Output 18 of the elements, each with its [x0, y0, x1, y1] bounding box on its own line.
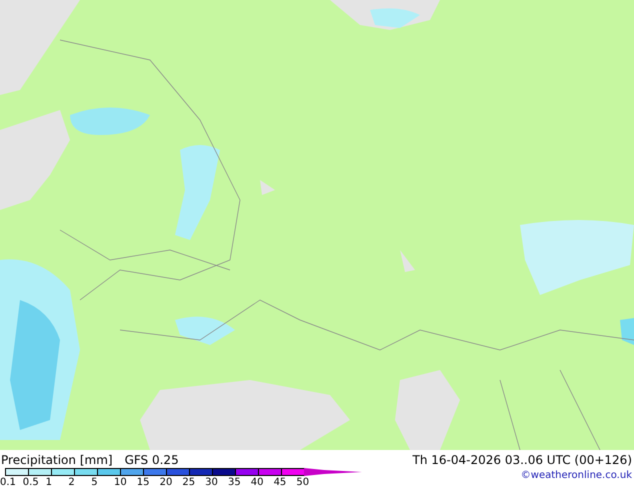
valid-time-label: Th 16-04-2026 03..06 UTC (00+126) — [412, 453, 632, 467]
scale-tick-label: 35 — [228, 477, 242, 489]
scale-tick-label: 10 — [114, 477, 128, 489]
scale-tick-label: 0.5 — [22, 477, 40, 489]
scale-tick-label: 50 — [296, 477, 310, 489]
scale-tick-label: 40 — [250, 477, 264, 489]
credit-link[interactable]: ©weatheronline.co.uk — [520, 470, 632, 481]
scale-tick-label: 45 — [274, 477, 288, 489]
scale-tick-label: 25 — [182, 477, 196, 489]
scale-tick-label: 20 — [160, 477, 174, 489]
chart-title: Precipitation [mm] — [1, 453, 113, 467]
scale-tick-label: 5 — [91, 477, 99, 489]
model-label: GFS 0.25 — [124, 453, 179, 467]
scale-tick-label: 15 — [136, 477, 151, 489]
scale-tick-label: 1 — [46, 477, 53, 489]
scale-tick-label: 30 — [205, 477, 219, 489]
scale-tick-label: 0.1 — [0, 477, 17, 489]
scale-tick-label: 2 — [68, 477, 76, 489]
